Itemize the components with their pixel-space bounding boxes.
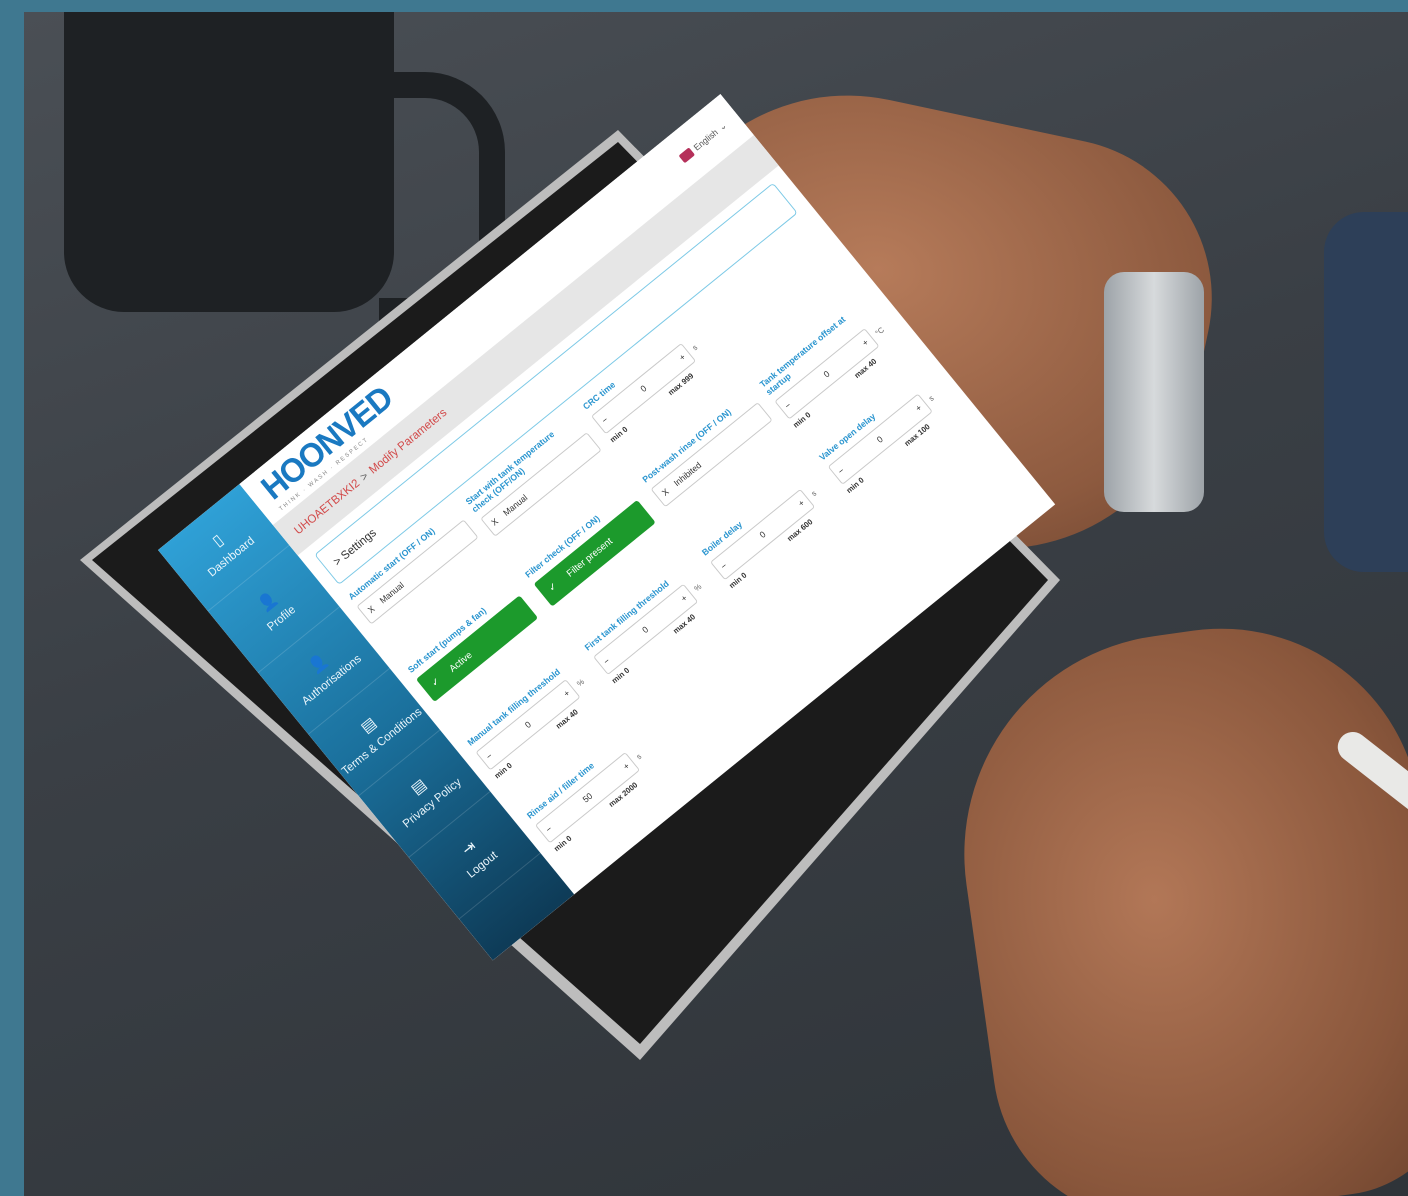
minus-icon[interactable]: −	[719, 561, 729, 572]
settings-panel-label: > Settings	[330, 525, 379, 569]
flag-icon	[678, 147, 696, 164]
chevron-down-icon: ⌄	[716, 119, 729, 133]
minus-icon[interactable]: −	[544, 824, 554, 835]
unit-label: s	[926, 393, 936, 403]
language-label: English	[691, 127, 720, 153]
number-value: 0	[757, 529, 768, 540]
plus-icon[interactable]: +	[914, 403, 924, 414]
plus-icon[interactable]: +	[860, 337, 870, 348]
unit-label: %	[692, 581, 703, 593]
plus-icon[interactable]: +	[796, 498, 806, 509]
number-value: 0	[874, 434, 885, 445]
minus-icon[interactable]: −	[600, 415, 610, 426]
toggle-label: Active	[447, 649, 475, 675]
unit-label: s	[634, 751, 643, 761]
select-value: Manual	[377, 580, 406, 606]
smartwatch	[1104, 272, 1204, 512]
unit-label: %	[574, 676, 586, 688]
minus-icon[interactable]: −	[836, 466, 846, 477]
plus-icon[interactable]: +	[562, 688, 572, 699]
clear-icon[interactable]: X	[489, 516, 500, 527]
breadcrumb-separator: >	[357, 468, 372, 484]
clear-icon[interactable]: X	[366, 604, 377, 615]
unit-label: s	[809, 488, 818, 498]
minus-icon[interactable]: −	[484, 751, 494, 762]
minus-icon[interactable]: −	[602, 656, 612, 667]
number-value: 0	[821, 368, 832, 380]
number-value: 0	[638, 383, 649, 394]
check-icon: ✓	[429, 675, 443, 689]
number-value: 0	[523, 719, 533, 731]
document-icon: ▤	[358, 714, 380, 737]
minus-icon[interactable]: −	[783, 400, 793, 411]
language-selector[interactable]: English ⌄	[678, 120, 729, 164]
select-value: Inhibited	[671, 460, 704, 489]
check-icon: ✓	[546, 580, 560, 594]
number-value: 0	[640, 624, 651, 635]
select-value: Manual	[501, 492, 530, 518]
unit-label: s	[690, 342, 699, 352]
unit-label: °C	[873, 325, 886, 338]
plus-icon[interactable]: +	[621, 761, 631, 772]
tablet-icon: ▯	[209, 531, 227, 551]
tablet-device: ▯ Dashboard 👤 Profile 👤 Authorisations ▤…	[40, 94, 1080, 1060]
logout-icon: ⇥	[459, 838, 480, 860]
clear-icon[interactable]: X	[660, 487, 671, 498]
number-value: 50	[580, 790, 595, 805]
plus-icon[interactable]: +	[679, 593, 689, 604]
shirt-sleeve	[1324, 212, 1408, 572]
document-icon: ▤	[408, 776, 430, 799]
plus-icon[interactable]: +	[677, 352, 687, 363]
